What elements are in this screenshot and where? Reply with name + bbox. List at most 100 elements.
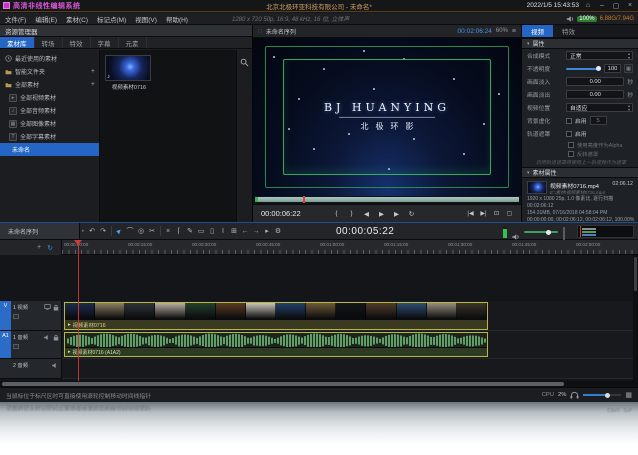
pen-tool-button[interactable]: ✎ xyxy=(185,225,196,237)
loop-region-icon[interactable]: ↻ xyxy=(47,244,53,252)
tab-video[interactable]: 视频 xyxy=(522,25,553,37)
tree-item-untitled-selected[interactable]: 未命名 xyxy=(0,143,99,156)
delete-button[interactable]: × xyxy=(163,225,174,237)
tab-titles[interactable]: 字幕 xyxy=(91,37,119,48)
menu-view[interactable]: 视图(V) xyxy=(135,14,157,24)
sequence-tab[interactable]: 未命名序列 xyxy=(0,223,80,239)
range-select-button[interactable]: ⌈ xyxy=(174,225,185,237)
section-properties[interactable]: ▾ 属性 xyxy=(522,38,638,49)
menu-file[interactable]: 文件(F) xyxy=(5,14,26,24)
volume-knob[interactable] xyxy=(605,393,610,398)
close-button[interactable]: × xyxy=(625,2,635,9)
play-button[interactable]: ▶ xyxy=(378,210,385,218)
seek-track[interactable] xyxy=(255,197,519,202)
volume-slider[interactable] xyxy=(524,231,558,233)
fullscreen-button[interactable]: ▢ xyxy=(506,210,513,217)
invert-matte-checkbox[interactable] xyxy=(568,151,574,157)
opacity-value-input[interactable]: 100 xyxy=(604,64,621,73)
lock-icon[interactable] xyxy=(53,304,59,311)
razor-tool-button[interactable]: ✂ xyxy=(147,225,158,237)
search-icon[interactable] xyxy=(240,54,249,72)
video-position-select[interactable]: 自适应 ▴▾ xyxy=(566,103,633,112)
hand-tool-button[interactable]: ⌒ xyxy=(125,225,136,237)
home-button[interactable]: ⌂ xyxy=(583,2,593,9)
timeline-vertical-scrollbar[interactable] xyxy=(633,255,638,381)
vertical-scroll-thumb[interactable] xyxy=(634,257,637,291)
next-frame-button[interactable]: ▶ xyxy=(393,210,400,218)
video-viewport[interactable]: BJ HUANYING 北极环影 xyxy=(253,38,521,196)
audio-track-header[interactable]: A1 1 音频 xyxy=(0,331,62,359)
video-clip[interactable]: ▸ 视频素材0716 xyxy=(64,302,488,330)
track-expand-icon[interactable] xyxy=(13,314,19,319)
seek-playhead[interactable] xyxy=(303,196,305,203)
minimize-button[interactable]: – xyxy=(597,2,607,9)
overwrite-mode-button[interactable]: ▯ xyxy=(207,225,218,237)
opacity-slider-knob[interactable] xyxy=(596,66,601,71)
matte-enable-checkbox[interactable] xyxy=(566,131,572,137)
add-media-icon[interactable]: + xyxy=(91,81,95,88)
preview-zoom-level[interactable]: 60% xyxy=(496,28,508,34)
redo-button[interactable]: ↷ xyxy=(98,225,109,237)
move-tool-icon[interactable]: + xyxy=(37,244,41,251)
tree-item-all-video[interactable]: ▸ 全部视频素材 xyxy=(0,91,99,104)
maximize-button[interactable]: ▢ xyxy=(611,2,621,10)
volume-slider-knob[interactable] xyxy=(546,230,551,235)
match-frame-button[interactable]: ▸ xyxy=(262,225,273,237)
timeline-horizontal-scrollbar[interactable] xyxy=(0,381,638,388)
loop-button[interactable]: ↻ xyxy=(408,210,415,218)
menu-edit[interactable]: 编辑(E) xyxy=(35,14,57,24)
tree-item-all-media[interactable]: 全部素材 + xyxy=(0,78,99,91)
horizontal-scroll-thumb[interactable] xyxy=(2,382,564,386)
tree-item-recent[interactable]: 最近使用的素材 xyxy=(0,52,99,65)
speaker-icon[interactable] xyxy=(51,362,59,369)
playhead-line[interactable] xyxy=(78,240,79,381)
clip-expand-icon[interactable]: ▸ xyxy=(68,349,71,355)
timeline-ruler[interactable]: + ↻ 00:00:00:00 00:00:15:00 00:00:30:00 … xyxy=(0,240,638,255)
menu-marker[interactable]: 标记点(M) xyxy=(97,14,126,24)
playhead-marker[interactable] xyxy=(74,240,82,249)
nudge-left-button[interactable]: ← xyxy=(240,225,251,237)
lock-icon[interactable] xyxy=(53,334,59,341)
clip-expand-icon[interactable]: ▸ xyxy=(68,322,71,328)
ruler-scale[interactable]: 00:00:00:00 00:00:15:00 00:00:30:00 00:0… xyxy=(62,240,638,254)
fade-in-input[interactable]: 0.00 xyxy=(566,77,624,86)
add-folder-icon[interactable]: + xyxy=(91,68,95,75)
prev-frame-button[interactable]: ◀ xyxy=(363,210,370,218)
blur-value-input[interactable]: 5 xyxy=(590,116,607,125)
media-clip-thumbnail[interactable]: ♪ xyxy=(105,55,151,81)
tree-item-all-audio[interactable]: ♪ 全部音频素材 xyxy=(0,104,99,117)
fade-out-input[interactable]: 0.00 xyxy=(566,90,624,99)
menu-help[interactable]: 帮助(H) xyxy=(166,14,188,24)
opacity-slider[interactable] xyxy=(566,68,601,70)
monitor-menu-icon[interactable]: ≡ xyxy=(512,28,516,35)
slip-tool-button[interactable]: ◎ xyxy=(136,225,147,237)
tree-item-all-images[interactable]: ▦ 全部图像素材 xyxy=(0,117,99,130)
select-tool-button[interactable]: ► xyxy=(114,225,125,237)
tree-item-smart-folder[interactable]: 智能文件夹 + xyxy=(0,65,99,78)
trim-tool-button[interactable]: I xyxy=(218,225,229,237)
blend-mode-select[interactable]: 正常 ▴▾ xyxy=(566,51,633,60)
video-track-lane[interactable]: ▸ 视频素材0716 xyxy=(62,301,633,331)
monitor-volume-slider[interactable] xyxy=(583,394,621,396)
audio-track-2-lane[interactable] xyxy=(62,359,633,379)
track-monitor-icon[interactable] xyxy=(44,304,51,310)
luma-as-alpha-checkbox[interactable] xyxy=(568,142,574,148)
jump-end-button[interactable]: ▶| xyxy=(480,210,487,217)
add-clip-button[interactable]: ⊞ xyxy=(229,225,240,237)
tree-item-all-titles[interactable]: T 全部字幕素材 xyxy=(0,130,99,143)
snapshot-button[interactable]: ⊡ xyxy=(493,210,500,217)
speaker-icon[interactable] xyxy=(43,334,51,341)
mark-in-button[interactable]: { xyxy=(333,210,340,218)
video-track-header[interactable]: V 1 视频 xyxy=(0,301,62,331)
audio-clip[interactable]: ▸ 视频素材0716 (A1A2) xyxy=(64,332,488,357)
timeline-settings-button[interactable]: ⚙ xyxy=(273,225,284,237)
undo-button[interactable]: ↶ xyxy=(87,225,98,237)
timeline-minimap[interactable] xyxy=(577,225,634,238)
keyboard-icon[interactable]: ▦ xyxy=(625,391,632,399)
menu-clip[interactable]: 素材(C) xyxy=(66,14,88,24)
jump-start-button[interactable]: |◀ xyxy=(467,210,474,217)
insert-mode-button[interactable]: ▭ xyxy=(196,225,207,237)
tab-transitions[interactable]: 转场 xyxy=(35,37,63,48)
tab-media-library[interactable]: 素材库 xyxy=(0,37,35,48)
section-clip-properties[interactable]: ▾ 素材属性 xyxy=(522,167,638,178)
